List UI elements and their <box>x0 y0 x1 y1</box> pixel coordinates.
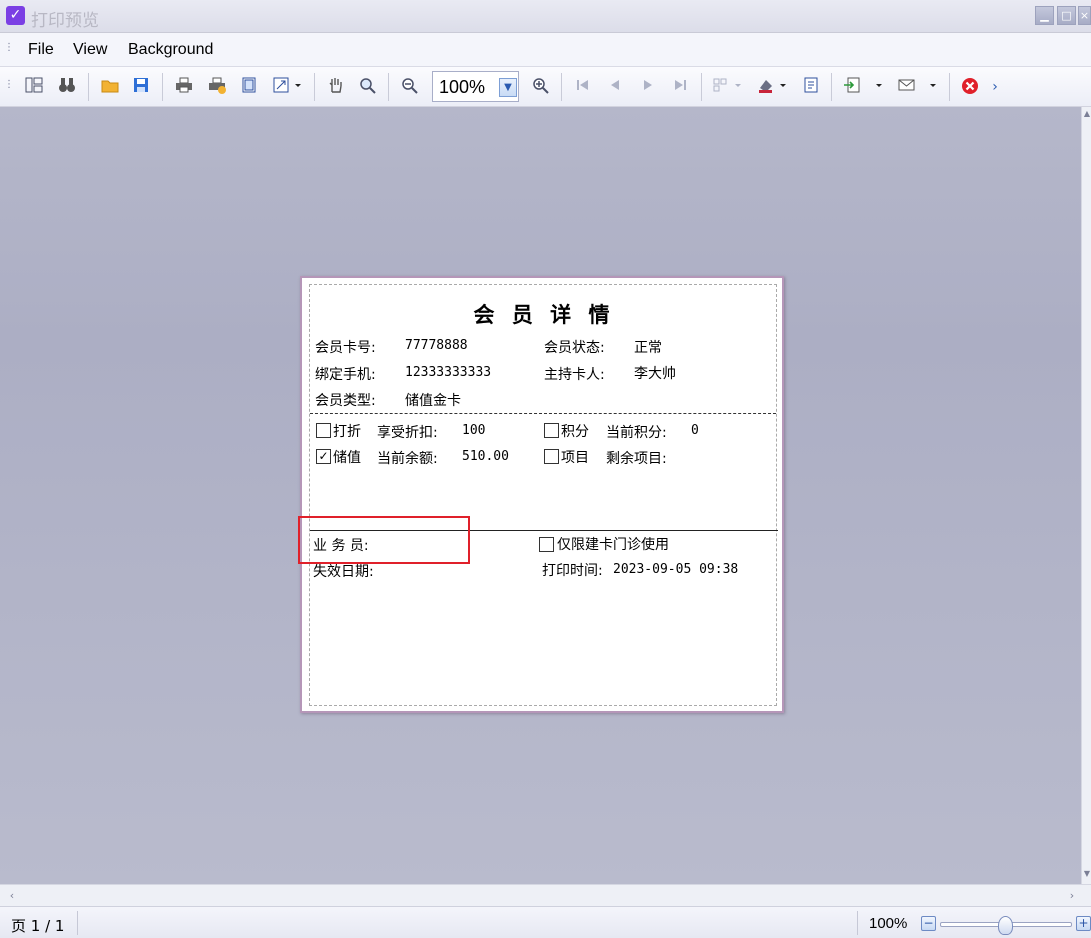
zoom-in-icon[interactable] <box>530 76 552 98</box>
find-icon[interactable] <box>56 76 78 98</box>
horizontal-scrollbar[interactable]: ‹ › <box>0 884 1091 906</box>
zoom-out-icon[interactable] <box>399 76 421 98</box>
maximize-button[interactable]: □ <box>1057 6 1076 25</box>
scroll-up-icon[interactable]: ▲ <box>1082 109 1091 121</box>
menu-grip-icon: ⋮ <box>4 42 14 53</box>
annotation-highlight-box <box>298 516 470 564</box>
save-icon[interactable] <box>130 76 152 98</box>
previous-page-icon[interactable] <box>604 76 626 98</box>
zoom-value[interactable]: 100% <box>439 77 485 98</box>
print-time-label: 打印时间: <box>542 563 603 579</box>
zoom-decrease-button[interactable]: − <box>921 916 936 931</box>
stored-value-checkbox[interactable]: ✓ <box>316 449 331 464</box>
holder-value: 李大帅 <box>634 366 676 382</box>
points-check-label: 积分 <box>561 424 589 440</box>
toggle-panel-icon[interactable] <box>23 76 45 98</box>
title-bar: ✓ 打印预览 ▁ □ × <box>0 0 1091 33</box>
holder-label: 主持卡人: <box>544 367 605 383</box>
multiple-pages-icon[interactable] <box>710 76 746 98</box>
first-page-icon[interactable] <box>572 76 594 98</box>
magnifier-icon[interactable] <box>357 76 379 98</box>
print-time-value: 2023-09-05 09:38 <box>613 562 739 577</box>
minimize-button[interactable]: ▁ <box>1035 6 1054 25</box>
points-checkbox[interactable] <box>544 423 559 438</box>
menu-bar: ⋮ File View Background <box>0 33 1091 67</box>
chevron-down-icon[interactable]: ▼ <box>499 78 517 97</box>
watermark-icon[interactable] <box>800 76 822 98</box>
zoom-increase-button[interactable]: + <box>1076 916 1091 931</box>
page-setup-icon[interactable] <box>238 76 260 98</box>
scroll-down-icon[interactable]: ▼ <box>1082 869 1091 881</box>
scroll-right-icon[interactable]: › <box>1064 888 1080 904</box>
phone-value: 12333333333 <box>405 365 492 380</box>
type-value: 储值金卡 <box>405 393 461 409</box>
zoom-combo[interactable]: 100% ▼ <box>432 71 519 102</box>
vertical-scrollbar[interactable]: ▲ ▼ <box>1081 107 1091 884</box>
points-value: 0 <box>691 423 699 438</box>
items-check-label: 项目 <box>561 450 589 466</box>
status-bar: 页 1 / 1 100% − + <box>0 906 1091 938</box>
close-preview-icon[interactable] <box>959 76 981 98</box>
toolbar-grip-icon: ⋮ <box>4 79 14 90</box>
balance-label: 当前余额: <box>377 451 438 467</box>
menu-view[interactable]: View <box>73 41 107 59</box>
document-title: 会 员 详 情 <box>473 302 615 327</box>
open-icon[interactable] <box>99 76 121 98</box>
app-checkbox-icon: ✓ <box>6 6 25 25</box>
phone-label: 绑定手机: <box>315 367 376 383</box>
discount-checkbox[interactable] <box>316 423 331 438</box>
balance-value: 510.00 <box>462 449 509 464</box>
page-indicator: 页 1 / 1 <box>11 917 65 935</box>
menu-background[interactable]: Background <box>128 41 213 59</box>
points-label: 当前积分: <box>606 425 667 441</box>
print-page: 会 员 详 情 会员卡号: 77778888 会员状态: 正常 绑定手机: 12… <box>300 276 784 713</box>
expiry-label: 失效日期: <box>313 564 374 580</box>
toolbar-overflow-icon[interactable]: › <box>988 76 1002 98</box>
discount-label: 享受折扣: <box>377 425 438 441</box>
stored-check-label: 储值 <box>333 450 361 466</box>
status-label: 会员状态: <box>544 340 605 356</box>
close-window-button[interactable]: × <box>1078 6 1091 25</box>
clinic-only-checkbox[interactable] <box>539 537 554 552</box>
menu-file[interactable]: File <box>28 41 54 59</box>
scale-icon[interactable] <box>270 76 304 98</box>
toolbar: ⋮ 100% ▼ › <box>0 67 1091 107</box>
send-email-icon[interactable] <box>895 76 941 98</box>
status-value: 正常 <box>634 340 662 356</box>
print-icon[interactable] <box>173 76 195 98</box>
card-no-label: 会员卡号: <box>315 340 376 356</box>
scroll-left-icon[interactable]: ‹ <box>4 888 20 904</box>
clinic-only-label: 仅限建卡门诊使用 <box>557 537 669 553</box>
zoom-slider-thumb[interactable] <box>998 916 1013 935</box>
items-checkbox[interactable] <box>544 449 559 464</box>
color-icon[interactable] <box>755 76 791 98</box>
type-label: 会员类型: <box>315 393 376 409</box>
zoom-percent: 100% <box>869 915 908 932</box>
hand-tool-icon[interactable] <box>325 76 347 98</box>
discount-value: 100 <box>462 423 486 438</box>
card-no-value: 77778888 <box>405 338 468 353</box>
window-title: 打印预览 <box>31 11 99 31</box>
quick-print-icon[interactable] <box>206 76 228 98</box>
discount-check-label: 打折 <box>333 424 361 440</box>
last-page-icon[interactable] <box>669 76 691 98</box>
export-icon[interactable] <box>841 76 887 98</box>
items-label: 剩余项目: <box>606 451 667 467</box>
page-margin-guide: 会 员 详 情 会员卡号: 77778888 会员状态: 正常 绑定手机: 12… <box>309 284 778 706</box>
dashed-divider <box>310 413 776 414</box>
next-page-icon[interactable] <box>637 76 659 98</box>
